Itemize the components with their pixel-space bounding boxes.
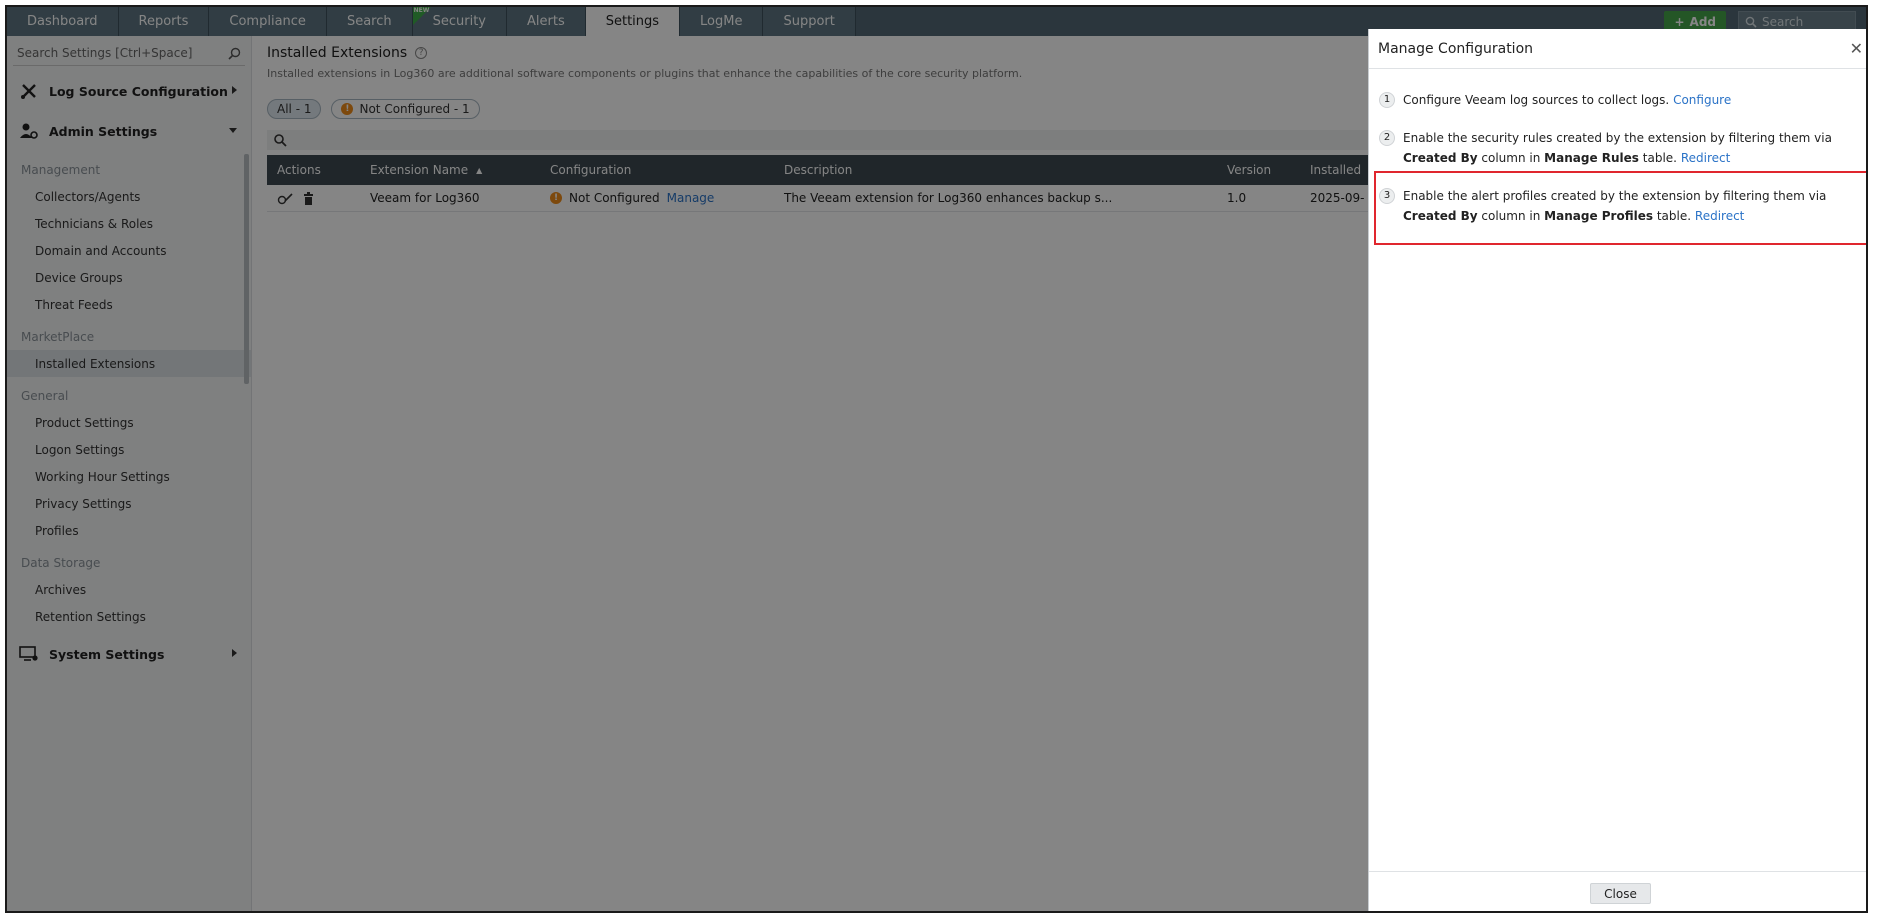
step-number: 3 (1379, 188, 1395, 204)
step-number: 1 (1379, 92, 1395, 108)
step-3-text-a: Enable the alert profiles created by the… (1403, 189, 1827, 203)
close-button[interactable]: Close (1590, 883, 1651, 904)
step-text: Configure Veeam log sources to collect l… (1403, 90, 1731, 110)
step-3-text-c: table. (1656, 209, 1692, 223)
step-3-text-b: column in (1481, 209, 1541, 223)
configure-link[interactable]: Configure (1673, 93, 1731, 107)
panel-title: Manage Configuration (1378, 40, 1534, 57)
step-2-text-a: Enable the security rules created by the… (1403, 131, 1832, 145)
step-number: 2 (1379, 130, 1395, 146)
step-2-manage-rules: Manage Rules (1544, 151, 1639, 165)
step-2-text-c: table. (1642, 151, 1677, 165)
panel-header: Manage Configuration ✕ (1369, 29, 1866, 69)
step-2: 2 Enable the security rules created by t… (1379, 128, 1862, 168)
panel-footer: Close (1369, 871, 1866, 911)
step-2-created-by: Created By (1403, 151, 1478, 165)
step-3-manage-profiles: Manage Profiles (1544, 209, 1654, 223)
step-text: Enable the security rules created by the… (1403, 128, 1862, 168)
app-window: Dashboard Reports Compliance Search NEW … (5, 5, 1868, 913)
redirect-profiles-link[interactable]: Redirect (1695, 209, 1745, 223)
close-icon[interactable]: ✕ (1850, 39, 1863, 58)
redirect-rules-link[interactable]: Redirect (1681, 151, 1731, 165)
step-1-text: Configure Veeam log sources to collect l… (1403, 93, 1670, 107)
step-2-text-b: column in (1481, 151, 1541, 165)
manage-configuration-panel: Manage Configuration ✕ 1 Configure Veeam… (1368, 29, 1866, 911)
step-1: 1 Configure Veeam log sources to collect… (1379, 90, 1862, 110)
step-3-created-by: Created By (1403, 209, 1478, 223)
step-3: 3 Enable the alert profiles created by t… (1379, 186, 1862, 226)
step-text: Enable the alert profiles created by the… (1403, 186, 1862, 226)
